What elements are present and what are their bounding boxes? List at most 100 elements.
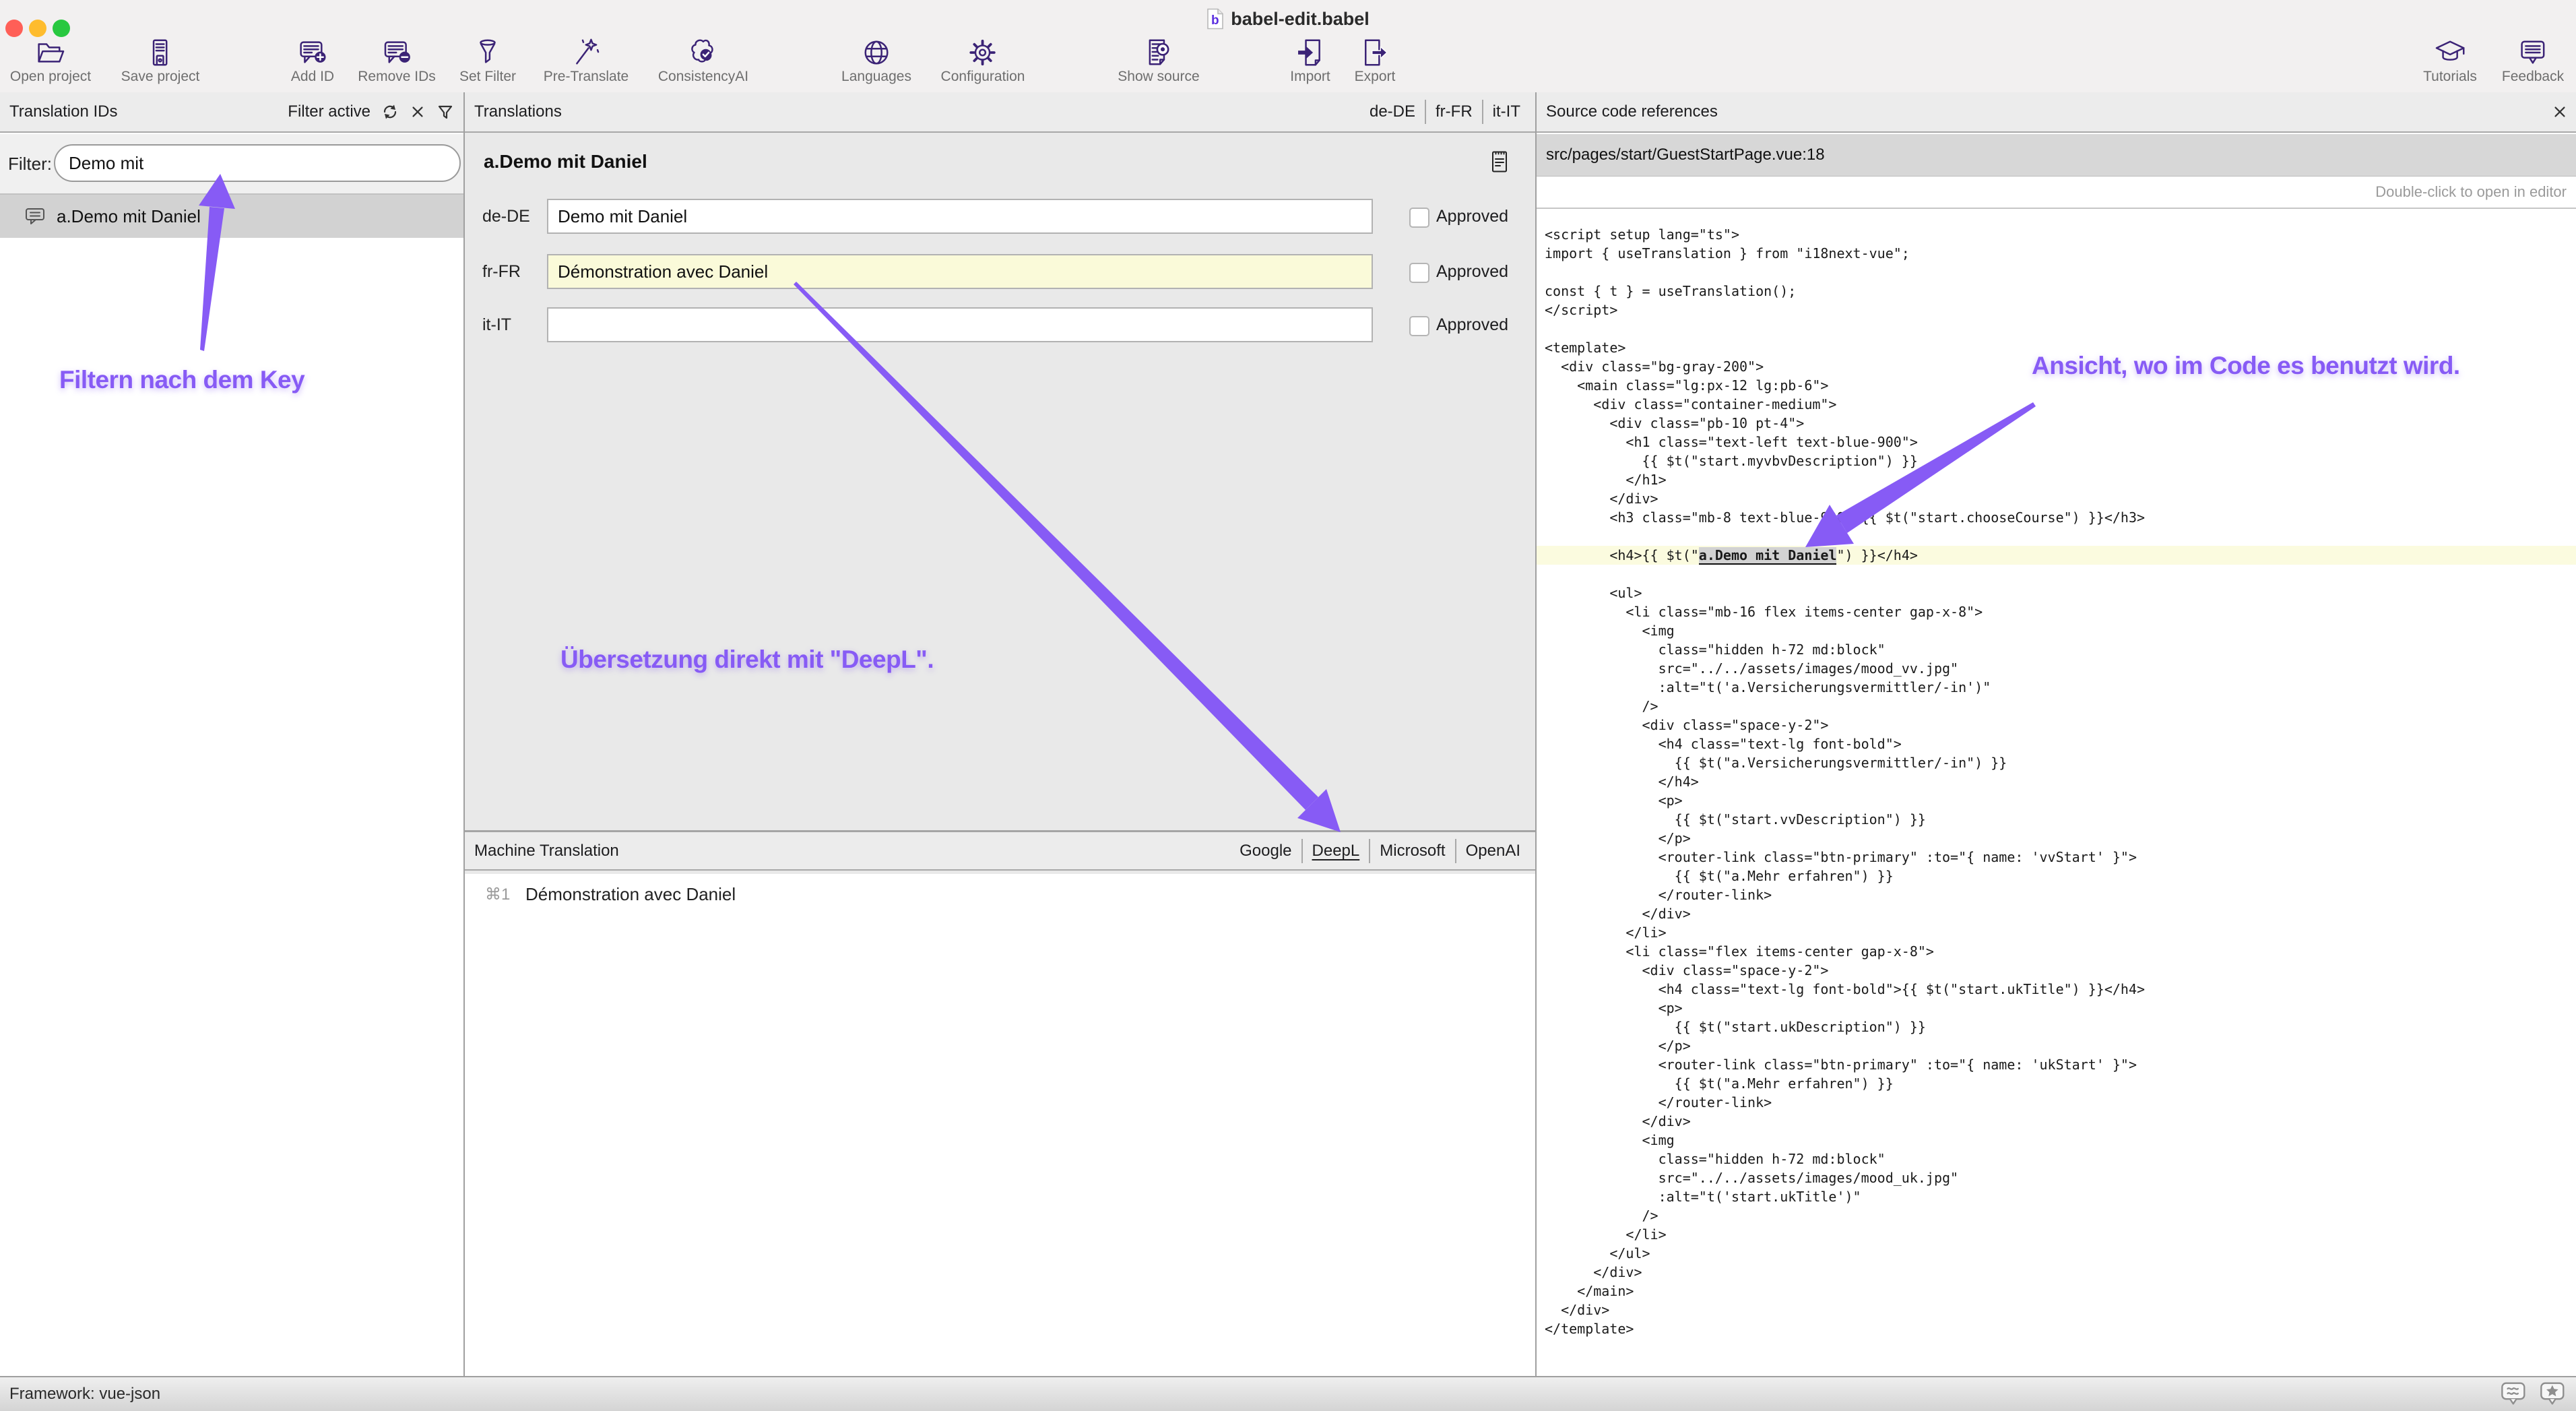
code-line: <li class="flex items-center gap-x-8">	[1537, 942, 2576, 961]
document-eye-icon	[1143, 37, 1174, 68]
remove-ids-button[interactable]: Remove IDs	[358, 37, 436, 85]
code-line: </main>	[1537, 1282, 2576, 1300]
feedback-button[interactable]: Feedback	[2502, 37, 2564, 85]
main-area: Translation IDs Filter active Filter: a.…	[0, 92, 2576, 1376]
approved-label: Approved	[1436, 307, 1508, 342]
code-line: <div class="space-y-2">	[1537, 716, 2576, 734]
code-line: </ul>	[1537, 1244, 2576, 1263]
approved-checkbox-de-DE[interactable]	[1409, 208, 1429, 228]
translations-title: Translations	[474, 102, 562, 121]
bubble-minus-icon	[381, 37, 412, 68]
translation-row-de-DE: de-DE Approved	[465, 199, 1535, 234]
provider-tab-google[interactable]: Google	[1230, 839, 1301, 863]
code-line: </div>	[1537, 1112, 2576, 1131]
approved-checkbox-it-IT[interactable]	[1409, 316, 1429, 336]
add-id-button[interactable]: Add ID	[291, 37, 334, 85]
language-tab-it-IT[interactable]: it-IT	[1482, 100, 1530, 124]
brain-check-icon	[688, 37, 719, 68]
status-bar: Framework: vue-json	[0, 1376, 2576, 1411]
open-folder-icon	[35, 37, 66, 68]
tutorials-button[interactable]: Tutorials	[2423, 37, 2477, 85]
filter-row: Filter:	[0, 134, 463, 195]
code-line: </p>	[1537, 829, 2576, 848]
refresh-icon[interactable]	[381, 103, 399, 121]
translation-input-fr-FR[interactable]	[547, 254, 1373, 289]
rate-star-bubble-icon[interactable]	[2540, 1381, 2567, 1406]
code-line: src="../../assets/images/mood_vv.jpg"	[1537, 659, 2576, 678]
translation-row-it-IT: it-IT Approved	[465, 307, 1535, 342]
filter-input[interactable]	[54, 144, 461, 182]
code-line: <div class="pb-10 pt-4">	[1537, 414, 2576, 433]
languages-button[interactable]: Languages	[841, 37, 911, 85]
import-button[interactable]: Import	[1290, 37, 1330, 85]
filter-settings-icon[interactable]	[437, 103, 454, 121]
open-project-button[interactable]: Open project	[10, 37, 91, 85]
translation-input-it-IT[interactable]	[547, 307, 1373, 342]
magic-wand-icon	[571, 37, 602, 68]
source-file-reference[interactable]: src/pages/start/GuestStartPage.vue:18	[1537, 134, 2576, 177]
configuration-button[interactable]: Configuration	[941, 37, 1025, 85]
source-references-header: Source code references	[1537, 92, 2576, 133]
code-line: {{ $t("a.Versicherungsvermittler/-in") }…	[1537, 753, 2576, 772]
code-line: </div>	[1537, 1263, 2576, 1282]
code-line: class="hidden h-72 md:block"	[1537, 1150, 2576, 1168]
code-line: </li>	[1537, 1225, 2576, 1244]
sync-bubble-icon[interactable]	[2501, 1381, 2527, 1406]
babel-file-icon: b	[1206, 8, 1224, 30]
graduation-cap-icon	[2435, 37, 2466, 68]
babeledit-window: { "window": { "title": "babel-edit.babel…	[0, 0, 2576, 1411]
translation-id-list-item[interactable]: a.Demo mit Daniel	[0, 195, 463, 238]
translation-ids-header: Translation IDs Filter active	[0, 92, 463, 133]
annotation-deepl-note: Übersetzung direkt mit "DeepL".	[560, 646, 934, 674]
code-line: {{ $t("a.Mehr erfahren") }}	[1537, 867, 2576, 885]
consistency-ai-button[interactable]: ConsistencyAI	[658, 37, 748, 85]
window-title-area: b babel-edit.babel	[0, 5, 2576, 32]
translation-row-fr-FR: fr-FR Approved	[465, 254, 1535, 289]
entry-note-icon[interactable]	[1491, 150, 1510, 174]
translation-input-de-DE[interactable]	[547, 199, 1373, 234]
code-line: <div class="container-medium">	[1537, 395, 2576, 414]
code-area: <script setup lang="ts">import { useTran…	[1537, 209, 2576, 1376]
code-line: class="hidden h-72 md:block"	[1537, 640, 2576, 659]
code-line: </h4>	[1537, 772, 2576, 791]
language-label: de-DE	[482, 199, 530, 234]
code-line: <h4 class="text-lg font-bold">	[1537, 734, 2576, 753]
clear-filter-icon[interactable]	[410, 104, 426, 120]
code-line: </script>	[1537, 301, 2576, 319]
translation-entry-title: a.Demo mit Daniel	[484, 151, 647, 173]
pre-translate-button[interactable]: Pre-Translate	[544, 37, 629, 85]
code-line	[1537, 527, 2576, 546]
language-tab-fr-FR[interactable]: fr-FR	[1425, 100, 1482, 124]
source-file-path: src/pages/start/GuestStartPage.vue:18	[1546, 146, 1825, 164]
code-line: </div>	[1537, 904, 2576, 923]
provider-tab-microsoft[interactable]: Microsoft	[1369, 839, 1454, 863]
language-label: fr-FR	[482, 254, 521, 289]
set-filter-button[interactable]: Set Filter	[459, 37, 516, 85]
code-line: </p>	[1537, 1036, 2576, 1055]
feedback-bubble-icon	[2517, 37, 2548, 68]
export-button[interactable]: Export	[1355, 37, 1396, 85]
code-line: </h1>	[1537, 470, 2576, 489]
code-line	[1537, 565, 2576, 584]
language-tab-de-DE[interactable]: de-DE	[1360, 100, 1425, 124]
approved-checkbox-fr-FR[interactable]	[1409, 263, 1429, 283]
code-line: </router-link>	[1537, 885, 2576, 904]
editor-hint-text: Double-click to open in editor	[2375, 183, 2567, 201]
code-line: import { useTranslation } from "i18next-…	[1537, 244, 2576, 263]
translation-ids-panel: Translation IDs Filter active Filter: a.…	[0, 92, 465, 1376]
save-project-button[interactable]: Save project	[121, 37, 200, 85]
window-title: babel-edit.babel	[1231, 9, 1370, 30]
provider-tab-openai[interactable]: OpenAI	[1455, 839, 1530, 863]
code-line: {{ $t("start.ukDescription") }}	[1537, 1017, 2576, 1036]
close-panel-icon[interactable]	[2552, 104, 2568, 120]
code-line: <img	[1537, 621, 2576, 640]
machine-translation-suggestion-row[interactable]: ⌘1 Démonstration avec Daniel	[465, 881, 1535, 908]
translations-header: Translations de-DEfr-FRit-IT	[465, 92, 1535, 133]
provider-tab-deepl[interactable]: DeepL	[1301, 839, 1370, 863]
code-line: </div>	[1537, 489, 2576, 508]
code-line: />	[1537, 697, 2576, 716]
code-line: <router-link class="btn-primary" :to="{ …	[1537, 1055, 2576, 1074]
show-source-button[interactable]: Show source	[1118, 37, 1199, 85]
code-line: <h4>{{ $t("a.Demo mit Daniel") }}</h4>	[1537, 546, 2576, 565]
translations-panel: Translations de-DEfr-FRit-IT a.Demo mit …	[465, 92, 1535, 1376]
